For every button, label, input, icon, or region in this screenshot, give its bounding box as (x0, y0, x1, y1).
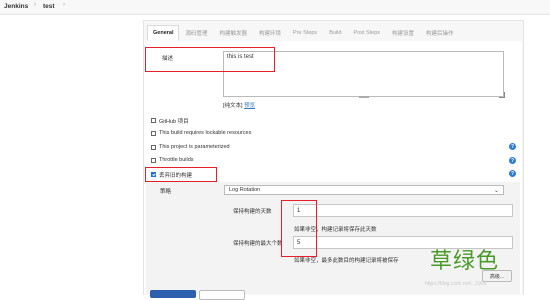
help-circle-icon[interactable]: ? (509, 170, 516, 177)
apply-button[interactable] (199, 290, 245, 300)
strategy-label: 策略 (160, 189, 172, 195)
tab-general[interactable]: General (147, 25, 180, 41)
tab-source-code[interactable]: 源码管理 (179, 25, 213, 41)
breadcrumb-job[interactable]: test (43, 3, 55, 10)
tab-post-steps[interactable]: Post Steps (347, 25, 386, 41)
resize-handle[interactable] (359, 96, 369, 98)
watermark: https://blog.csdn.net/...1909 (425, 281, 487, 287)
throttle-label: Throttle builds (159, 157, 194, 163)
save-button[interactable] (150, 290, 196, 298)
tab-build-env[interactable]: 构建环境 (253, 25, 287, 41)
preview-link[interactable]: 预览 (244, 103, 255, 109)
breadcrumb-bar: Jenkins › test › (0, 0, 550, 15)
parameterized-label: This project is parameterized (159, 144, 230, 150)
discard-highlight-box (145, 167, 217, 182)
strategy-selected: Log Rotation (229, 187, 261, 193)
lockable-checkbox[interactable] (151, 131, 156, 136)
breadcrumb-jenkins[interactable]: Jenkins (4, 3, 28, 10)
lockable-label: This build requires lockable resources (159, 130, 252, 136)
days-input[interactable]: 1 (293, 204, 513, 217)
breadcrumb-separator: › (63, 2, 65, 8)
tab-build-triggers[interactable]: 构建触发器 (214, 25, 254, 41)
chevron-down-icon: ⌄ (493, 188, 499, 194)
tab-build[interactable]: Build (323, 25, 347, 41)
help-circle-icon[interactable]: ? (509, 143, 516, 150)
resize-corner[interactable] (499, 92, 505, 98)
github-project-label: GitHub 项目 (159, 119, 189, 125)
strategy-select[interactable]: Log Rotation ⌄ (224, 185, 504, 195)
parameterized-checkbox[interactable] (151, 145, 156, 150)
tab-post-build[interactable]: 构建后操作 (420, 25, 460, 41)
help-circle-icon[interactable]: ? (509, 157, 516, 164)
config-tabs: General 源码管理 构建触发器 构建环境 Pre Steps Build … (147, 25, 520, 41)
tab-build-settings[interactable]: 构建设置 (386, 25, 420, 41)
github-project-checkbox[interactable] (151, 118, 156, 123)
breadcrumb-separator: › (34, 2, 36, 8)
throttle-checkbox[interactable] (151, 158, 156, 163)
preview-line: [纯文本] 预览 (223, 101, 255, 109)
days-label: 保持构建的天数 (233, 209, 272, 215)
max-builds-label: 保持构建的最大个数 (233, 241, 283, 247)
max-builds-hint: 如果非空，最多此数目的构建记录将被保存 (294, 258, 399, 264)
annotation-text: 草绿色 (430, 249, 500, 274)
values-highlight-box (281, 200, 317, 257)
description-highlight-box (145, 47, 275, 72)
tab-pre-steps[interactable]: Pre Steps (287, 25, 323, 41)
plain-text-label: [纯文本] (223, 103, 243, 109)
